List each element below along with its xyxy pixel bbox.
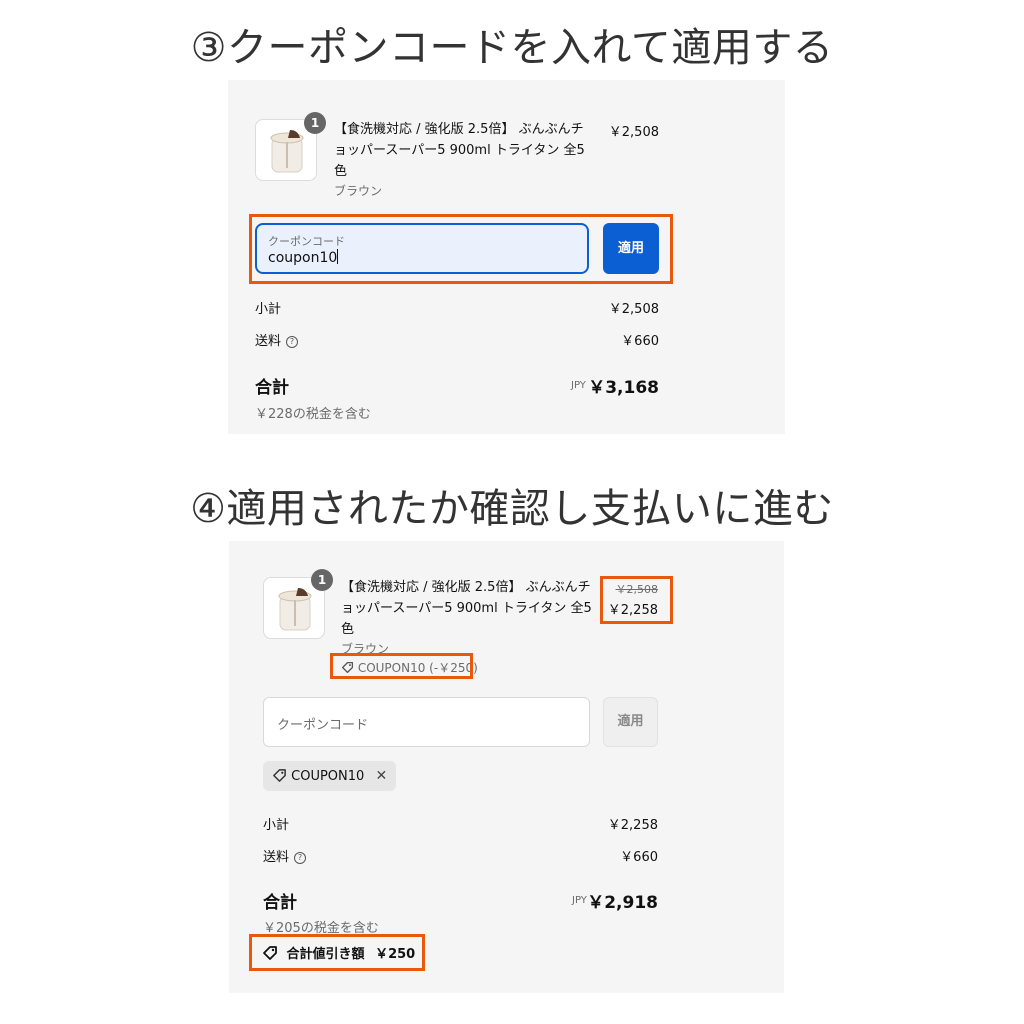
quantity-badge: 1	[304, 112, 326, 134]
subtotal-label: 小計	[263, 818, 290, 833]
highlight-discount-tag	[330, 653, 473, 679]
product-price: ￥2,508	[608, 125, 659, 140]
product-name: 【食洗機対応 / 強化版 2.5倍】 ぶんぶんチョッパースーパー5 900ml …	[341, 580, 592, 637]
step4-heading: ④適用されたか確認し支払いに進む	[190, 486, 834, 532]
shipping-label: 送料?	[255, 330, 299, 349]
tax-note: ￥228の税金を含む	[255, 407, 371, 422]
subtotal-label: 小計	[255, 302, 282, 317]
coupon-input-placeholder: クーポンコード	[277, 718, 369, 733]
total-label: 合計	[263, 893, 297, 913]
total-label: 合計	[255, 378, 289, 398]
tag-icon	[273, 769, 286, 782]
subtotal-value: ￥2,508	[608, 302, 659, 317]
applied-coupon-chip: COUPON10 ✕	[263, 761, 396, 791]
subtotal-value: ￥2,258	[607, 818, 658, 833]
highlight-price	[600, 576, 673, 624]
applied-coupon-code: COUPON10	[291, 769, 365, 784]
shipping-label: 送料?	[263, 846, 307, 865]
apply-button-disabled[interactable]: 適用	[603, 697, 658, 747]
shipping-value: ￥660	[621, 334, 659, 349]
highlight-total-discount	[249, 934, 425, 971]
shipping-value: ￥660	[620, 850, 658, 865]
close-icon[interactable]: ✕	[375, 761, 387, 791]
help-circle-icon[interactable]: ?	[286, 336, 299, 348]
help-circle-icon[interactable]: ?	[294, 852, 307, 864]
step3-heading: ③クーポンコードを入れて適用する	[190, 25, 834, 71]
total-value: ￥2,918	[587, 893, 658, 913]
product-name: 【食洗機対応 / 強化版 2.5倍】 ぶんぶんチョッパースーパー5 900ml …	[334, 122, 585, 179]
product-variant: ブラウン	[334, 184, 383, 198]
quantity-badge: 1	[311, 569, 333, 591]
highlight-coupon-row	[249, 214, 673, 284]
coupon-input[interactable]: クーポンコード	[263, 697, 590, 747]
total-value: ￥3,168	[588, 378, 659, 398]
